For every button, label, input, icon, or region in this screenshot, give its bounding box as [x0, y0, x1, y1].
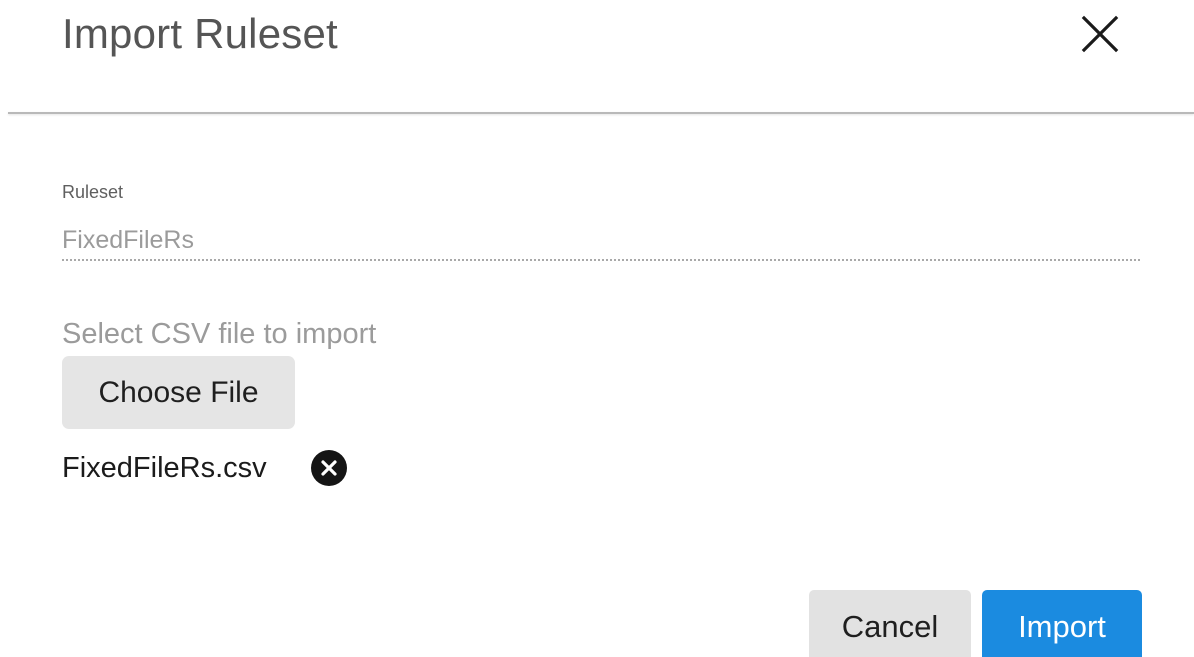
remove-file-button[interactable] [311, 450, 347, 486]
remove-circle-icon [321, 460, 337, 476]
close-button[interactable] [1074, 8, 1126, 60]
import-button[interactable]: Import [982, 590, 1142, 657]
header-divider [8, 112, 1194, 114]
ruleset-input[interactable] [62, 221, 1140, 261]
cancel-button[interactable]: Cancel [809, 590, 971, 657]
selected-file-name: FixedFileRs.csv [62, 452, 267, 484]
import-ruleset-dialog: Import Ruleset Ruleset Select CSV file t… [0, 0, 1194, 657]
ruleset-label: Ruleset [62, 182, 124, 202]
dialog-title: Import Ruleset [62, 10, 338, 57]
file-picker-label: Select CSV file to import [62, 318, 377, 350]
choose-file-button[interactable]: Choose File [62, 356, 295, 429]
close-icon [1081, 15, 1119, 53]
